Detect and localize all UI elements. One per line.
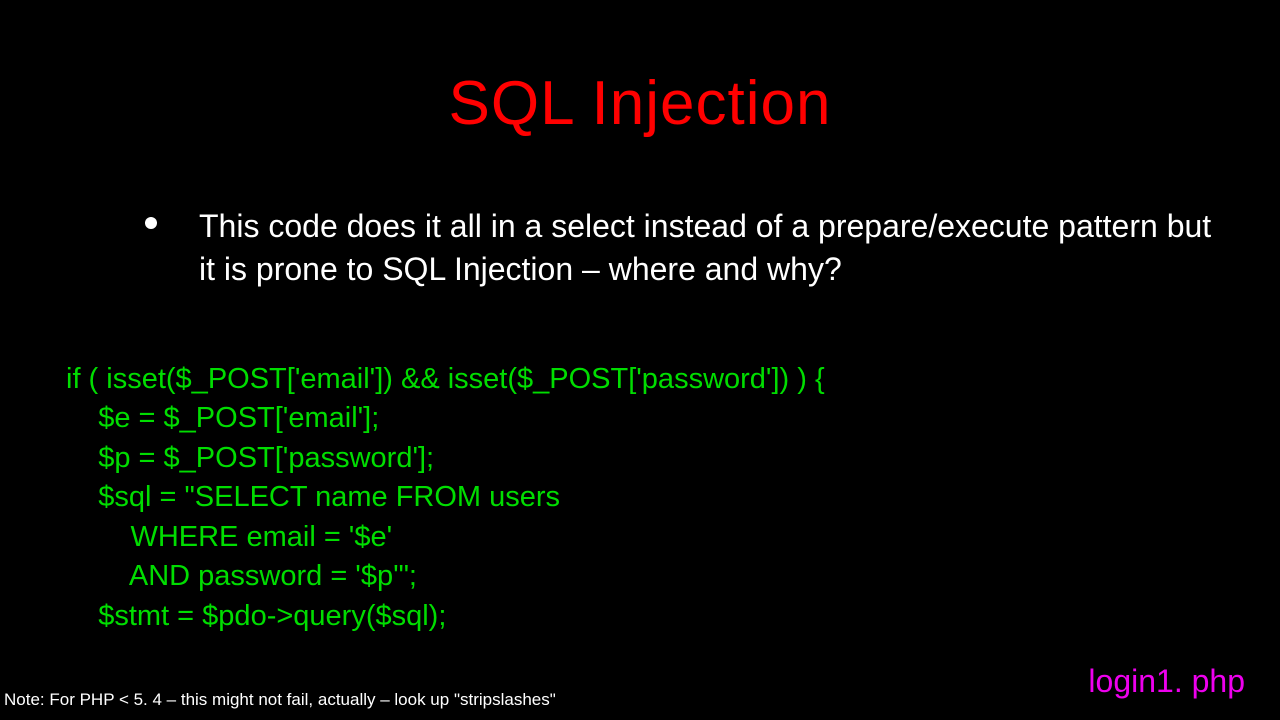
slide-title: SQL Injection	[0, 0, 1280, 139]
code-block: if ( isset($_POST['email']) && isset($_P…	[66, 360, 825, 636]
bullet-item: This code does it all in a select instea…	[145, 205, 1220, 291]
footer-note: Note: For PHP < 5. 4 – this might not fa…	[4, 690, 556, 710]
bullet-text: This code does it all in a select instea…	[199, 205, 1220, 291]
bullet-dot-icon	[145, 217, 157, 229]
filename-label: login1. php	[1088, 663, 1245, 700]
